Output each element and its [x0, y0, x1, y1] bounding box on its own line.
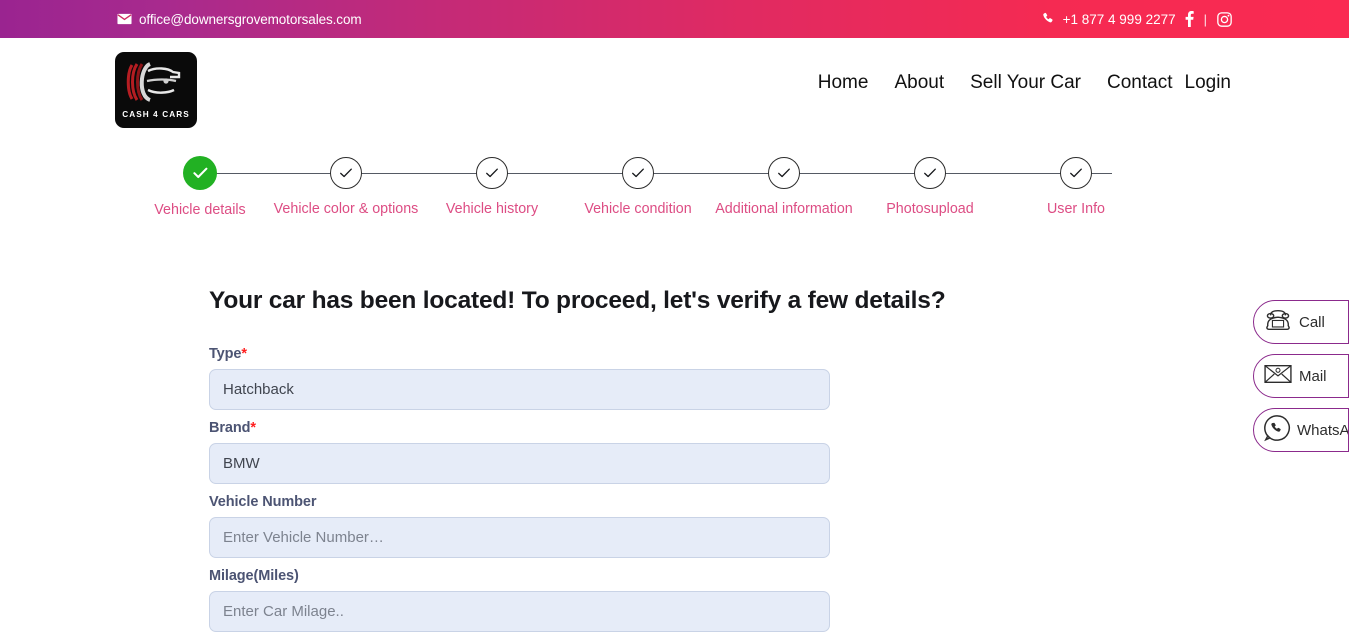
- check-icon: [340, 168, 352, 178]
- instagram-icon[interactable]: [1217, 11, 1232, 27]
- step-user-info[interactable]: User Info: [1001, 130, 1151, 219]
- label-text: Brand: [209, 420, 251, 436]
- topbar-email[interactable]: office@downersgrovemotorsales.com: [117, 12, 362, 27]
- type-input[interactable]: [209, 369, 830, 410]
- telephone-icon: [1263, 307, 1293, 337]
- envelope-icon: [117, 13, 132, 25]
- step-circle: [768, 157, 800, 189]
- step-vehicle-color-options[interactable]: Vehicle color & options: [271, 130, 421, 219]
- topbar-phone[interactable]: +1 877 4 999 2277: [1042, 12, 1176, 27]
- nav-item-about[interactable]: About: [894, 72, 944, 94]
- step-photosupload[interactable]: Photosupload: [855, 130, 1005, 219]
- vehicle-number-input[interactable]: [209, 517, 830, 558]
- milage-input[interactable]: [209, 591, 830, 632]
- label-text: Type: [209, 346, 242, 362]
- step-circle-complete: [183, 156, 217, 190]
- page-title: Your car has been located! To proceed, l…: [209, 287, 946, 314]
- phone-number-text: +1 877 4 999 2277: [1062, 11, 1176, 27]
- top-contact-bar: office@downersgrovemotorsales.com +1 877…: [0, 0, 1349, 38]
- step-label: User Info: [1046, 201, 1105, 217]
- step-vehicle-condition[interactable]: Vehicle condition: [563, 130, 713, 219]
- floating-mail-button[interactable]: Mail: [1253, 354, 1349, 398]
- step-vehicle-details[interactable]: Vehicle details: [125, 130, 275, 220]
- site-header: CASH 4 CARS Home About Sell Your Car Con…: [0, 38, 1349, 130]
- step-circle: [1060, 157, 1092, 189]
- nav-item-sell-your-car[interactable]: Sell Your Car: [970, 72, 1081, 94]
- step-circle: [476, 157, 508, 189]
- phone-icon: [1042, 12, 1056, 26]
- step-additional-information[interactable]: Additional information: [709, 130, 859, 219]
- floating-whatsapp-label: WhatsApp: [1297, 421, 1349, 439]
- logo-text: CASH 4 CARS: [122, 110, 190, 119]
- floating-whatsapp-button[interactable]: WhatsApp: [1253, 408, 1349, 452]
- step-label: Vehicle color & options: [273, 201, 419, 217]
- mail-icon: [1263, 362, 1293, 390]
- brand-input[interactable]: [209, 443, 830, 484]
- label-text: Vehicle Number: [209, 494, 317, 510]
- required-asterisk: *: [241, 346, 247, 362]
- email-address-text: office@downersgrovemotorsales.com: [139, 11, 362, 27]
- main-navigation: Home About Sell Your Car Contact Login: [818, 72, 1231, 94]
- floating-call-button[interactable]: Call: [1253, 300, 1349, 344]
- nav-item-home[interactable]: Home: [818, 72, 869, 94]
- field-type: Type*: [209, 346, 1349, 410]
- nav-item-login[interactable]: Login: [1185, 72, 1232, 94]
- site-logo[interactable]: CASH 4 CARS: [115, 52, 197, 128]
- field-vehicle-number: Vehicle Number: [209, 494, 1349, 558]
- progress-stepper: Vehicle details Vehicle color & options …: [0, 130, 1349, 235]
- step-circle: [622, 157, 654, 189]
- form-section: Your car has been located! To proceed, l…: [0, 235, 1349, 632]
- field-label-milage: Milage(Miles): [209, 568, 1349, 584]
- check-icon: [192, 167, 207, 179]
- car-logo-icon: [126, 62, 181, 102]
- step-label: Vehicle history: [445, 201, 539, 217]
- check-icon: [486, 168, 498, 178]
- step-vehicle-history[interactable]: Vehicle history: [417, 130, 567, 219]
- facebook-icon[interactable]: [1185, 11, 1194, 27]
- label-text: Milage(Miles): [209, 568, 299, 584]
- nav-item-contact[interactable]: Contact: [1107, 72, 1172, 94]
- floating-mail-label: Mail: [1299, 367, 1327, 385]
- step-label: Photosupload: [886, 201, 974, 217]
- field-label-brand: Brand*: [209, 420, 1349, 436]
- field-milage: Milage(Miles): [209, 568, 1349, 632]
- step-circle: [914, 157, 946, 189]
- step-label: Vehicle condition: [584, 201, 692, 217]
- step-label: Vehicle details: [154, 202, 246, 218]
- check-icon: [632, 168, 644, 178]
- topbar-separator: |: [1203, 11, 1207, 27]
- check-icon: [778, 168, 790, 178]
- step-circle: [330, 157, 362, 189]
- field-brand: Brand*: [209, 420, 1349, 484]
- field-label-type: Type*: [209, 346, 1349, 362]
- step-label: Additional information: [715, 201, 853, 217]
- field-label-vehicle-number: Vehicle Number: [209, 494, 1349, 510]
- topbar-right-group: +1 877 4 999 2277 |: [1042, 11, 1232, 27]
- whatsapp-icon: [1263, 414, 1291, 446]
- required-asterisk: *: [250, 420, 256, 436]
- floating-contact-buttons: Call Mail WhatsApp: [1253, 300, 1349, 452]
- check-icon: [1070, 168, 1082, 178]
- check-icon: [924, 168, 936, 178]
- floating-call-label: Call: [1299, 313, 1325, 331]
